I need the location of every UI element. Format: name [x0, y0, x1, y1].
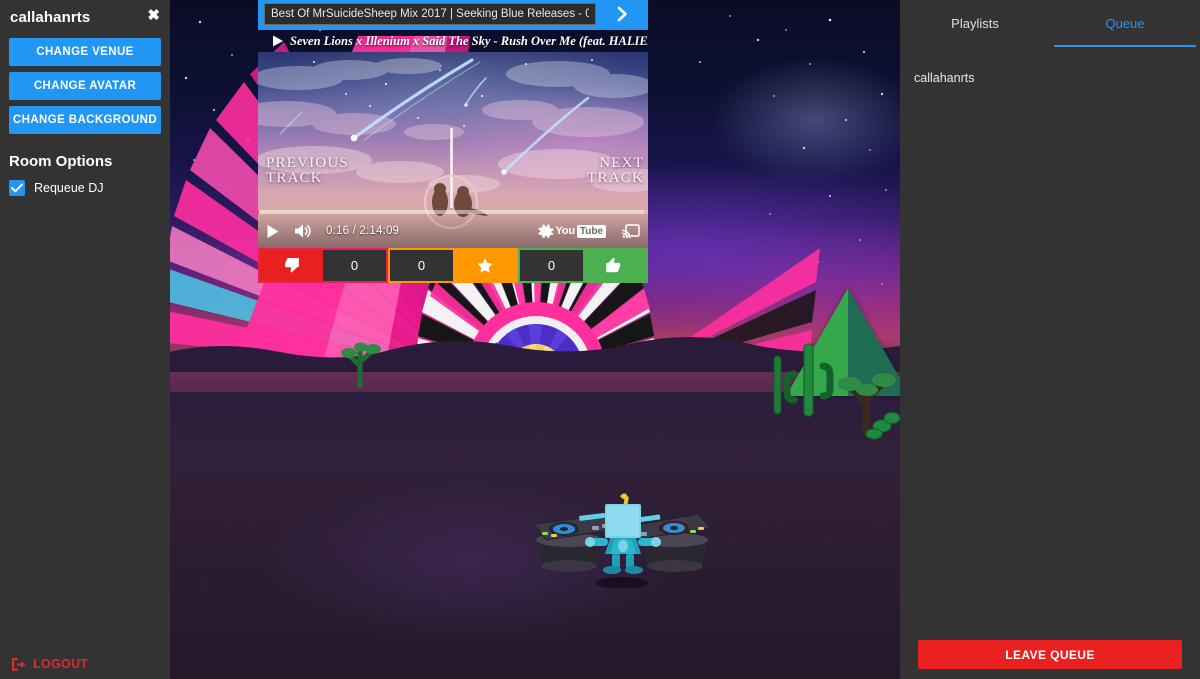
youtube-box: Tube	[576, 224, 606, 238]
player-controls-right: You Tube	[522, 223, 640, 240]
now-playing-bar: Seven Lions x Illenium x Said The Sky - …	[258, 30, 648, 52]
requeue-dj-checkbox[interactable]	[9, 180, 25, 196]
tab-playlists[interactable]: Playlists	[900, 0, 1050, 47]
previous-track-line1: PREVIOUS	[266, 155, 349, 171]
next-track-line2: TRACK	[587, 170, 644, 186]
logout-button[interactable]: LOGOUT	[12, 657, 88, 671]
gear-glyph-icon	[538, 224, 554, 238]
like-button[interactable]	[583, 250, 646, 281]
volume-glyph-icon	[295, 224, 311, 238]
next-track-line1: NEXT	[599, 155, 644, 171]
left-sidebar: callahanrts ✖ CHANGE VENUE CHANGE AVATAR…	[0, 0, 170, 679]
star-icon	[476, 257, 493, 273]
play-glyph-icon	[267, 224, 279, 238]
youtube-word: You	[555, 225, 575, 237]
search-submit-button[interactable]	[600, 2, 644, 26]
next-track-button[interactable]: NEXT TRACK	[587, 156, 644, 186]
change-avatar-button[interactable]: CHANGE AVATAR	[9, 72, 161, 100]
star-group: 0	[388, 248, 518, 283]
youtube-logo-icon[interactable]: You Tube	[555, 224, 606, 238]
dislike-button[interactable]	[260, 250, 323, 281]
like-count: 0	[520, 250, 583, 281]
volume-icon[interactable]	[294, 223, 312, 239]
panel-tabs: Playlists Queue	[900, 0, 1200, 47]
leave-queue-wrapper: LEAVE QUEUE	[918, 640, 1182, 669]
star-count: 0	[390, 250, 453, 281]
logout-arrow-icon	[12, 657, 26, 671]
queue-item[interactable]: callahanrts	[914, 69, 1186, 87]
youtube-player[interactable]: PREVIOUS TRACK NEXT TRACK 0:16 / 2:14:09…	[258, 52, 648, 248]
search-bar	[258, 0, 648, 30]
cactus-group	[770, 343, 900, 440]
leave-queue-button[interactable]: LEAVE QUEUE	[918, 640, 1182, 669]
dj-booth	[533, 493, 711, 588]
dislike-group: 0	[258, 248, 388, 283]
requeue-dj-row[interactable]: Requeue DJ	[0, 170, 170, 196]
star-button[interactable]	[453, 250, 516, 281]
previous-track-line2: TRACK	[266, 170, 323, 186]
chevron-right-icon	[617, 6, 627, 22]
search-input[interactable]	[264, 3, 596, 25]
thumbs-down-icon	[284, 257, 299, 273]
room-options-heading: Room Options	[9, 153, 113, 170]
sidebar-buttons: CHANGE VENUE CHANGE AVATAR CHANGE BACKGR…	[0, 34, 170, 134]
app-root: callahanrts ✖ CHANGE VENUE CHANGE AVATAR…	[0, 0, 1200, 679]
tab-queue[interactable]: Queue	[1050, 0, 1200, 47]
sidebar-header: callahanrts ✖	[0, 0, 170, 34]
cactus-left	[341, 342, 381, 388]
checkmark-icon	[11, 183, 23, 193]
like-group: 0	[518, 248, 648, 283]
dislike-count: 0	[323, 250, 386, 281]
gear-icon[interactable]	[538, 223, 555, 240]
cast-icon[interactable]	[622, 223, 640, 239]
video-player-panel: Seven Lions x Illenium x Said The Sky - …	[258, 0, 648, 283]
requeue-dj-label: Requeue DJ	[34, 181, 104, 195]
cast-glyph-icon	[622, 223, 640, 238]
player-controls: 0:16 / 2:14:09 You Tube	[258, 214, 648, 248]
logout-label: LOGOUT	[33, 657, 89, 671]
now-playing-title: Seven Lions x Illenium x Said The Sky - …	[290, 33, 648, 48]
vote-bar: 0 0 0	[258, 248, 648, 283]
previous-track-button[interactable]: PREVIOUS TRACK	[266, 156, 349, 186]
right-panel: Playlists Queue callahanrts LEAVE QUEUE	[900, 0, 1200, 679]
close-icon[interactable]: ✖	[147, 8, 160, 23]
change-venue-button[interactable]: CHANGE VENUE	[9, 38, 161, 66]
play-triangle-icon	[273, 35, 283, 47]
player-time: 0:16 / 2:14:09	[326, 225, 400, 237]
change-background-button[interactable]: CHANGE BACKGROUND	[9, 106, 161, 134]
room-stage: Seven Lions x Illenium x Said The Sky - …	[170, 0, 900, 679]
queue-list: callahanrts	[900, 47, 1200, 87]
sidebar-username: callahanrts	[10, 8, 91, 26]
play-icon[interactable]	[266, 224, 280, 239]
thumbs-up-icon	[606, 257, 621, 273]
